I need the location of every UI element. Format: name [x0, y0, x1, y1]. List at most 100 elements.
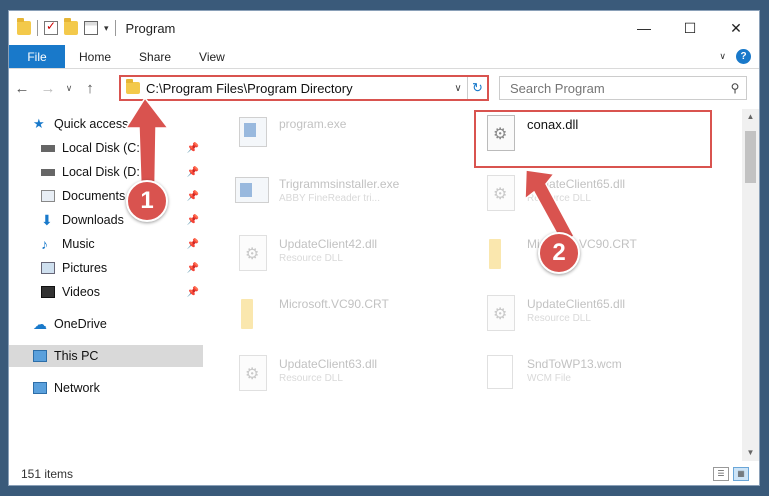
forward-button[interactable]: → — [35, 80, 61, 97]
exe-file-icon — [235, 113, 271, 157]
file-name: UpdateClient65.dll — [527, 297, 626, 311]
sidebar-item-label: Music — [62, 237, 95, 251]
customize-qat-icon[interactable] — [84, 21, 98, 35]
help-icon[interactable]: ? — [736, 49, 751, 64]
list-item[interactable]: UpdateClient65.dll Resource DLL — [483, 293, 723, 343]
explorer-window: ▾ Program — ☐ ✕ File Home Share View ∨ ?… — [8, 10, 760, 486]
pin-icon[interactable]: 📌 — [187, 143, 199, 154]
vertical-scrollbar[interactable]: ▲ ▼ — [742, 109, 759, 461]
sidebar-item-label: Documents — [62, 189, 126, 203]
pin-icon[interactable]: 📌 — [187, 191, 199, 202]
divider — [114, 20, 116, 36]
up-button[interactable]: ↑ — [77, 80, 103, 97]
tab-home[interactable]: Home — [65, 45, 125, 68]
documents-icon — [41, 190, 55, 202]
dll-file-icon — [235, 233, 271, 277]
file-name: SndToWP13.wcm — [527, 357, 622, 371]
maximize-button[interactable]: ☐ — [667, 11, 713, 45]
list-item[interactable]: program.exe — [235, 113, 475, 163]
magnifier-icon[interactable]: ⚲ — [724, 81, 746, 95]
file-name: UpdateClient65.dll — [527, 177, 626, 191]
address-dropdown-icon[interactable]: ∨ — [449, 83, 467, 94]
sidebar-item-pictures[interactable]: Pictures 📌 — [9, 257, 203, 279]
scroll-thumb[interactable] — [745, 131, 756, 183]
folder-icon — [483, 233, 519, 277]
navigation-bar: ← → ∨ ↑ C:\Program Files\Program Directo… — [9, 71, 759, 105]
sidebar-item-label: Pictures — [62, 261, 108, 275]
view-toggle: ☰ ▦ — [713, 467, 759, 481]
pin-icon[interactable]: 📌 — [187, 167, 199, 178]
back-button[interactable]: ← — [9, 80, 35, 97]
list-item[interactable]: Trigrammsinstaller.exe ABBY FineReader t… — [235, 173, 475, 223]
exe-file-icon — [235, 173, 271, 217]
sidebar-item-network[interactable]: Network — [9, 377, 203, 399]
videos-icon — [41, 286, 55, 298]
window-controls: — ☐ ✕ — [621, 11, 759, 45]
download-icon: ⬇ — [41, 212, 53, 228]
sidebar-item-label: Local Disk (C:) — [62, 141, 144, 155]
file-description: Resource DLL — [279, 253, 343, 264]
sidebar-item-local-disk-c[interactable]: Local Disk (C:) 📌 — [9, 137, 203, 159]
scroll-up-icon[interactable]: ▲ — [742, 109, 759, 125]
sidebar-item-onedrive[interactable]: ☁ OneDrive — [9, 313, 203, 335]
dll-file-icon — [235, 353, 271, 397]
pin-icon[interactable]: 📌 — [187, 239, 199, 250]
recent-locations-button[interactable]: ∨ — [61, 83, 77, 94]
sidebar-item-this-pc[interactable]: This PC — [9, 345, 203, 367]
search-input[interactable] — [510, 80, 724, 96]
sidebar-item-quick-access[interactable]: ★ Quick access — [9, 113, 203, 135]
pin-icon[interactable]: 📌 — [187, 215, 199, 226]
file-description: Resource DLL — [527, 313, 591, 324]
list-item[interactable]: SndToWP13.wcm WCM File — [483, 353, 723, 403]
address-bar[interactable]: C:\Program Files\Program Directory ∨ ↻ — [119, 75, 489, 101]
drive-icon — [41, 144, 55, 152]
drive-icon — [41, 168, 55, 176]
file-name: Trigrammsinstaller.exe — [279, 177, 400, 191]
pin-icon[interactable]: 📌 — [187, 287, 199, 298]
sidebar-item-documents[interactable]: Documents 📌 — [9, 185, 203, 207]
sidebar-item-label: Videos — [62, 285, 100, 299]
file-name: Microsoft.VC90.CRT — [279, 297, 389, 311]
sidebar-item-label: This PC — [54, 349, 99, 363]
search-box[interactable]: ⚲ — [499, 76, 747, 100]
sidebar-item-local-disk-d[interactable]: Local Disk (D:) 📌 — [9, 161, 203, 183]
window-title: Program — [125, 20, 176, 36]
chevron-down-icon[interactable]: ▾ — [104, 23, 109, 34]
sidebar-item-downloads[interactable]: ⬇ Downloads 📌 — [9, 209, 203, 231]
details-view-icon[interactable]: ☰ — [713, 467, 729, 481]
folder-icon — [235, 293, 271, 337]
sidebar-item-label: Network — [54, 381, 100, 395]
folder-icon — [17, 18, 31, 35]
sidebar-item-videos[interactable]: Videos 📌 — [9, 281, 203, 303]
refresh-button[interactable]: ↻ — [467, 77, 487, 99]
folder-icon — [126, 79, 140, 94]
file-description: WCM File — [527, 373, 571, 384]
sidebar-item-label: OneDrive — [54, 317, 107, 331]
divider — [37, 20, 38, 36]
sidebar-item-music[interactable]: ♪ Music 📌 — [9, 233, 203, 255]
scroll-down-icon[interactable]: ▼ — [742, 445, 759, 461]
minimize-button[interactable]: — — [621, 11, 667, 45]
network-icon — [33, 382, 47, 394]
highlight-box — [474, 110, 712, 168]
properties-check-icon[interactable] — [44, 19, 58, 35]
close-button[interactable]: ✕ — [713, 11, 759, 45]
step-1-badge: 1 — [126, 180, 168, 222]
dll-file-icon — [483, 173, 519, 217]
list-item[interactable]: UpdateClient65.dll Resource DLL — [483, 173, 723, 223]
list-item[interactable]: Microsoft.VC90.CRT — [235, 293, 475, 343]
tab-view[interactable]: View — [185, 45, 239, 68]
music-icon: ♪ — [41, 236, 48, 252]
list-item[interactable]: UpdateClient63.dll Resource DLL — [235, 353, 475, 403]
new-folder-icon[interactable] — [64, 18, 78, 35]
sidebar-item-label: Local Disk (D:) — [62, 165, 144, 179]
pin-icon[interactable]: 📌 — [187, 263, 199, 274]
tab-share[interactable]: Share — [125, 45, 185, 68]
ribbon-right: ∨ ? — [719, 45, 759, 68]
list-item[interactable]: Microsoft.VC90.CRT — [483, 233, 723, 283]
large-icons-view-icon[interactable]: ▦ — [733, 467, 749, 481]
list-item[interactable]: UpdateClient42.dll Resource DLL — [235, 233, 475, 283]
expand-ribbon-icon[interactable]: ∨ — [719, 51, 726, 62]
tab-file[interactable]: File — [9, 45, 65, 68]
address-path[interactable]: C:\Program Files\Program Directory — [146, 81, 449, 96]
